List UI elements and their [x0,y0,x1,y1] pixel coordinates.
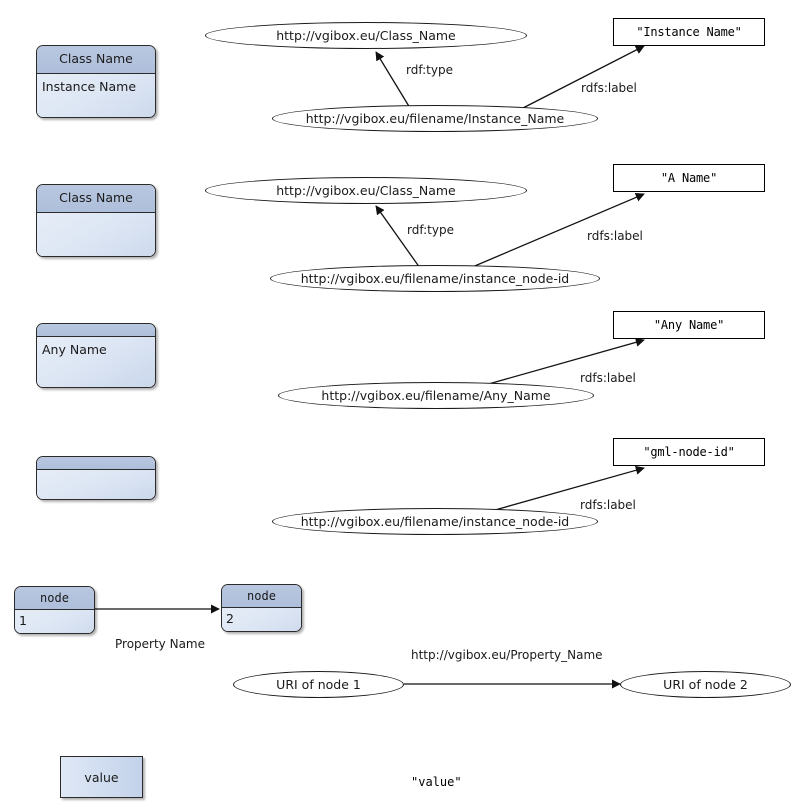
uml-class-box-a-name[interactable]: Class Name [36,184,156,257]
resource-ellipse-instance-uri-4[interactable]: http://vgibox.eu/filename/instance_node-… [272,508,598,535]
uml-class-box-any-name[interactable]: Any Name [36,323,156,388]
literal-box-a-name[interactable]: "A Name" [613,164,765,192]
resource-ellipse-class-uri-2[interactable]: http://vgibox.eu/Class_Name [205,177,527,204]
edge-label-property-uri: http://vgibox.eu/Property_Name [411,648,603,662]
diagram-canvas: Class Name Instance Name http://vgibox.e… [0,0,797,812]
uml-node-box-1[interactable]: node 1 [14,586,95,634]
literal-text: "A Name" [660,171,718,185]
edge-label-rdf-type-2: rdf:type [407,223,454,237]
edge-rdfs-label-1 [522,45,645,109]
resource-ellipse-instance-uri-3[interactable]: http://vgibox.eu/filename/Any_Name [278,382,594,409]
uml-class-body [37,470,155,499]
resource-ellipse-label: URI of node 2 [663,677,748,692]
literal-box-gml-node-id[interactable]: "gml-node-id" [613,438,765,466]
uml-node-box-2[interactable]: node 2 [221,584,302,632]
resource-ellipse-instance-uri-2[interactable]: http://vgibox.eu/filename/instance_node-… [270,265,600,292]
uml-class-body [37,213,155,256]
uml-value-box[interactable]: value [60,756,143,798]
edge-rdf-type-1 [375,51,411,109]
resource-ellipse-uri-node-1[interactable]: URI of node 1 [233,671,404,698]
resource-ellipse-label: http://vgibox.eu/filename/Any_Name [321,388,551,403]
uml-class-header: Class Name [37,185,155,213]
resource-ellipse-class-uri-1[interactable]: http://vgibox.eu/Class_Name [205,22,527,49]
resource-ellipse-label: http://vgibox.eu/Class_Name [276,28,456,43]
uml-node-body: 2 [222,608,301,631]
literal-text: "gml-node-id" [643,445,735,459]
uml-node-body: 1 [15,610,94,633]
edge-label-rdfs-label-4: rdfs:label [580,498,636,512]
resource-ellipse-label: http://vgibox.eu/filename/instance_node-… [300,271,570,286]
uml-node-header: node [15,587,94,610]
edge-label-rdfs-label-3: rdfs:label [580,371,636,385]
uml-node-header: node [222,585,301,608]
uml-class-header [37,457,155,470]
value-box-label: value [84,769,119,785]
uml-class-box-empty[interactable] [36,456,156,500]
uml-class-header [37,324,155,337]
literal-value-text: "value" [411,775,462,789]
resource-ellipse-instance-uri-1[interactable]: http://vgibox.eu/filename/Instance_Name [272,105,598,132]
edge-rdf-type-2 [375,205,421,269]
resource-ellipse-label: http://vgibox.eu/filename/instance_node-… [300,514,570,529]
resource-ellipse-uri-node-2[interactable]: URI of node 2 [620,671,791,698]
uml-class-body: Instance Name [37,74,155,117]
uml-class-box-instance-name[interactable]: Class Name Instance Name [36,45,156,118]
literal-text: "Any Name" [653,318,725,332]
uml-class-body: Any Name [37,337,155,387]
edge-label-rdfs-label-1: rdfs:label [581,81,637,95]
literal-box-instance-name[interactable]: "Instance Name" [613,18,765,46]
resource-ellipse-label: URI of node 1 [276,677,361,692]
edge-label-rdfs-label-2: rdfs:label [587,229,643,243]
edge-label-rdf-type-1: rdf:type [406,63,453,77]
resource-ellipse-label: http://vgibox.eu/Class_Name [276,183,456,198]
edge-label-property-name: Property Name [115,637,205,651]
resource-ellipse-label: http://vgibox.eu/filename/Instance_Name [305,111,565,126]
literal-text: "Instance Name" [636,25,742,39]
literal-box-any-name[interactable]: "Any Name" [613,311,765,339]
uml-class-header: Class Name [37,46,155,74]
